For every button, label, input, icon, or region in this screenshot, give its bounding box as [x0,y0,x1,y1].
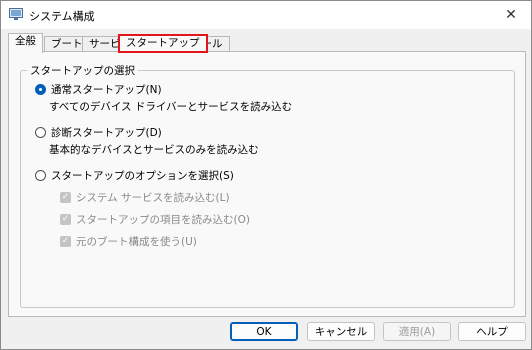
load-startup-items-label: スタートアップの項目を読み込む(O) [76,213,250,226]
msconfig-icon [9,8,23,20]
apply-button[interactable]: 適用(A) [383,322,451,341]
diagnostic-startup-radio[interactable]: 診断スタートアップ(D) [35,125,162,139]
startup-selection-group: スタートアップの選択 通常スタートアップ(N) すべてのデバイス ドライバーとサ… [20,63,515,308]
close-button[interactable]: ✕ [497,4,525,26]
tab-panel-general: スタートアップの選択 通常スタートアップ(N) すべてのデバイス ドライバーとサ… [8,51,526,317]
system-configuration-window: システム構成 ✕ 全般 ブート サービス スタートアップ ツール スタートアップ… [0,0,532,350]
selective-startup-label: スタートアップのオプションを選択(S) [51,169,234,182]
normal-startup-radio[interactable]: 通常スタートアップ(N) [35,82,162,96]
checkmark-icon: ✓ [60,235,71,247]
tab-startup[interactable]: スタートアップ [118,34,208,53]
title-bar: システム構成 ✕ [1,1,531,29]
tab-general[interactable]: 全般 [8,33,43,53]
load-startup-items-checkbox[interactable]: ✓ スタートアップの項目を読み込む(O) [60,212,250,226]
selective-startup-radio[interactable]: スタートアップのオプションを選択(S) [35,168,234,182]
ok-button[interactable]: OK [230,322,298,341]
radio-unchecked-icon [35,169,46,181]
radio-checked-icon [35,83,46,95]
window-title: システム構成 [29,10,95,23]
use-original-boot-config-checkbox[interactable]: ✓ 元のブート構成を使う(U) [60,234,197,248]
load-system-services-checkbox[interactable]: ✓ システム サービスを読み込む(L) [60,190,230,204]
checkmark-icon: ✓ [60,191,71,203]
use-original-boot-config-label: 元のブート構成を使う(U) [76,235,197,248]
normal-startup-label: 通常スタートアップ(N) [51,83,162,96]
normal-startup-description: すべてのデバイス ドライバーとサービスを読み込む [49,101,293,113]
diagnostic-startup-description: 基本的なデバイスとサービスのみを読み込む [49,144,259,156]
checkmark-icon: ✓ [60,213,71,225]
diagnostic-startup-label: 診断スタートアップ(D) [51,126,162,139]
group-legend: スタートアップの選択 [27,63,138,78]
cancel-button[interactable]: キャンセル [307,322,375,341]
close-icon: ✕ [505,7,517,23]
load-system-services-label: システム サービスを読み込む(L) [76,191,230,204]
radio-unchecked-icon [35,126,46,138]
help-button[interactable]: ヘルプ [458,322,526,341]
